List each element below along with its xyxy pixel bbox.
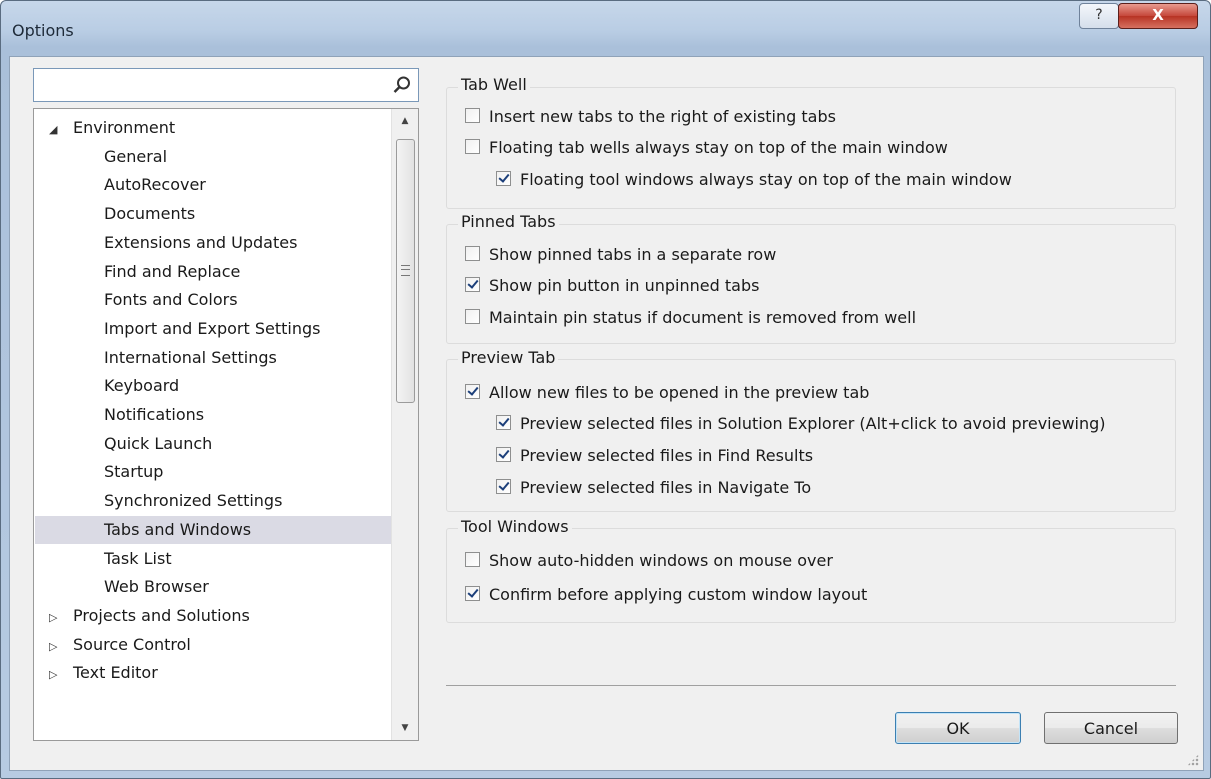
tree-item[interactable]: Tabs and Windows <box>35 515 418 544</box>
tree-item[interactable]: Documents <box>35 200 418 228</box>
options-tree[interactable]: ◢ Environment General AutoRecover Documents E… <box>33 108 419 741</box>
scroll-down-arrow-icon[interactable]: ▼ <box>392 716 418 740</box>
tree-item-label: Tabs and Windows <box>104 519 252 539</box>
divider <box>446 685 1176 686</box>
checkbox[interactable] <box>465 108 480 123</box>
option-insert-new-tabs-right[interactable]: Insert new tabs to the right of existing… <box>465 106 836 128</box>
tree-item-label: AutoRecover <box>104 175 206 195</box>
scroll-up-arrow-icon[interactable]: ▲ <box>392 109 418 133</box>
option-preview-solution-explorer[interactable]: Preview selected files in Solution Explo… <box>496 413 1106 435</box>
tree-item[interactable]: Find and Replace <box>35 258 418 286</box>
tree-item-label: Synchronized Settings <box>104 491 283 511</box>
tree-item[interactable]: Notifications <box>35 401 418 429</box>
tree-item[interactable]: Extensions and Updates <box>35 229 418 257</box>
tree-item-label: Task List <box>104 548 172 568</box>
checkbox[interactable] <box>465 277 480 292</box>
group-title-tab-well: Tab Well <box>458 75 530 94</box>
tree-item[interactable]: Startup <box>35 458 418 486</box>
cancel-button[interactable]: Cancel <box>1044 712 1178 744</box>
tree-item[interactable]: Keyboard <box>35 372 418 400</box>
checkbox[interactable] <box>496 415 511 430</box>
tree-item-label: Text Editor <box>73 663 158 683</box>
tree-item-label: Startup <box>104 462 164 482</box>
tree-item-label: Import and Export Settings <box>104 318 321 338</box>
tree-item[interactable]: Fonts and Colors <box>35 286 418 314</box>
options-dialog: Options ? X ◢ Environment General AutoRecov… <box>0 0 1211 779</box>
option-confirm-custom-layout[interactable]: Confirm before applying custom window la… <box>465 584 867 606</box>
tree-item-label: Find and Replace <box>104 261 241 281</box>
tree-item[interactable]: ◢ Environment <box>35 114 401 142</box>
tree-item-label: Source Control <box>73 634 191 654</box>
tree-item-label: General <box>104 146 168 166</box>
tree-item[interactable]: ▷ Projects and Solutions <box>35 602 401 630</box>
tree-item[interactable]: AutoRecover <box>35 171 418 199</box>
option-show-pin-button[interactable]: Show pin button in unpinned tabs <box>465 275 759 297</box>
tree-item-label: Fonts and Colors <box>104 290 238 310</box>
checkbox[interactable] <box>465 586 480 601</box>
group-title-tool-windows: Tool Windows <box>458 517 572 536</box>
checkbox[interactable] <box>496 479 511 494</box>
title-bar[interactable]: Options ? X <box>1 1 1210 55</box>
search-input[interactable] <box>36 71 380 99</box>
dialog-client-area: ◢ Environment General AutoRecover Documents E… <box>9 56 1204 771</box>
group-title-preview-tab: Preview Tab <box>458 348 559 367</box>
triangle-down-icon[interactable]: ◢ <box>49 116 73 144</box>
tree-item[interactable]: ▷ Source Control <box>35 631 401 659</box>
option-preview-find-results[interactable]: Preview selected files in Find Results <box>496 445 813 467</box>
checkbox[interactable] <box>465 552 480 567</box>
resize-grip-icon[interactable] <box>1187 754 1199 766</box>
option-preview-navigate-to[interactable]: Preview selected files in Navigate To <box>496 477 811 499</box>
search-box[interactable] <box>33 68 419 102</box>
checkbox[interactable] <box>465 246 480 261</box>
option-floating-tab-wells-on-top[interactable]: Floating tab wells always stay on top of… <box>465 137 948 159</box>
ok-button[interactable]: OK <box>895 712 1021 744</box>
grip-icon <box>401 265 410 276</box>
tree-item-label: Extensions and Updates <box>104 232 298 252</box>
checkbox[interactable] <box>465 139 480 154</box>
tree-item-label: International Settings <box>104 347 277 367</box>
option-show-auto-hidden-windows[interactable]: Show auto-hidden windows on mouse over <box>465 550 833 572</box>
checkbox[interactable] <box>496 447 511 462</box>
tree-item-label: Keyboard <box>104 376 180 396</box>
scrollbar-thumb[interactable] <box>396 139 415 403</box>
tree-item-label: Notifications <box>104 405 205 424</box>
checkbox[interactable] <box>465 384 480 399</box>
tree-item[interactable]: Web Browser <box>35 573 418 601</box>
tree-item-label: Quick Launch <box>104 433 213 453</box>
option-floating-tool-windows-on-top[interactable]: Floating tool windows always stay on top… <box>496 169 1012 191</box>
checkbox[interactable] <box>496 171 511 186</box>
tree-scrollbar[interactable]: ▲ ▼ <box>391 109 418 740</box>
triangle-right-icon[interactable]: ▷ <box>49 604 73 632</box>
close-button[interactable]: X <box>1118 3 1198 29</box>
tree-item[interactable]: Synchronized Settings <box>35 487 418 515</box>
triangle-right-icon[interactable]: ▷ <box>49 661 73 689</box>
tree-item[interactable]: Import and Export Settings <box>35 315 418 343</box>
tree-item-label: Web Browser <box>104 577 209 597</box>
tree-item-label: Environment <box>73 118 176 137</box>
option-allow-preview-tab[interactable]: Allow new files to be opened in the prev… <box>465 382 869 404</box>
help-button[interactable]: ? <box>1079 3 1119 29</box>
search-icon[interactable] <box>392 75 412 95</box>
group-tool-windows <box>446 528 1176 623</box>
option-maintain-pin-status[interactable]: Maintain pin status if document is remov… <box>465 307 916 329</box>
tree-item[interactable]: International Settings <box>35 344 418 372</box>
tree-item-label: Projects and Solutions <box>73 605 250 625</box>
tree-item[interactable]: Quick Launch <box>35 430 418 458</box>
checkbox[interactable] <box>465 309 480 324</box>
option-show-pinned-tabs-separate-row[interactable]: Show pinned tabs in a separate row <box>465 244 776 266</box>
tree-item[interactable]: Task List <box>35 545 418 573</box>
triangle-right-icon[interactable]: ▷ <box>49 633 73 661</box>
tree-item-label: Documents <box>104 204 196 224</box>
group-title-pinned-tabs: Pinned Tabs <box>458 212 559 231</box>
window-title: Options <box>12 21 74 40</box>
tree-item[interactable]: ▷ Text Editor <box>35 659 401 687</box>
tree-item[interactable]: General <box>35 143 418 171</box>
